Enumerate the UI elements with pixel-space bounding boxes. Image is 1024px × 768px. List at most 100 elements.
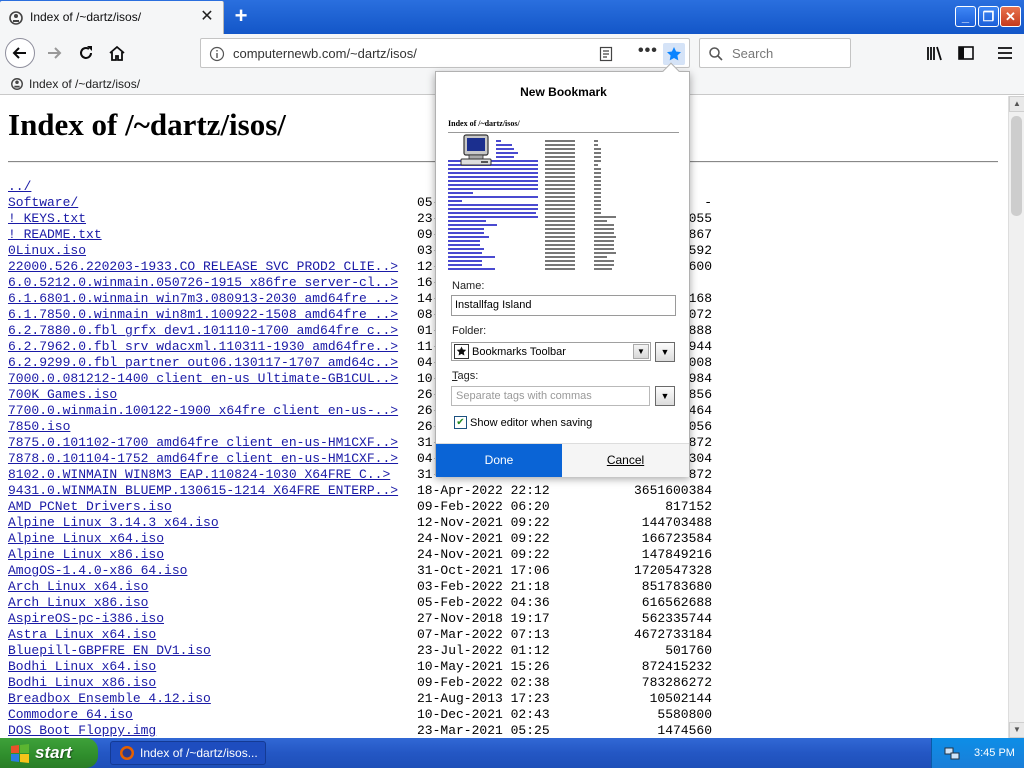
new-tab-icon[interactable]: + bbox=[229, 5, 253, 29]
file-link[interactable]: 7700.0.winmain.100122-1900 x64fre client… bbox=[8, 403, 398, 419]
file-link[interactable]: Alpine Linux 3.14.3 x64.iso bbox=[8, 515, 219, 531]
file-date: 09-Feb-2022 06:20 bbox=[417, 499, 550, 514]
hamburger-menu-icon[interactable] bbox=[996, 44, 1014, 62]
file-link[interactable]: 6.0.5212.0.winmain.050726-1915 x86fre se… bbox=[8, 275, 398, 291]
checkbox-checked-icon[interactable]: ✔ bbox=[454, 416, 467, 429]
show-editor-checkbox-row[interactable]: ✔ Show editor when saving bbox=[454, 416, 592, 429]
reload-button[interactable] bbox=[71, 38, 101, 68]
file-size: 4672733184 bbox=[633, 627, 712, 642]
file-link[interactable]: 22000.526.220203-1933.CO RELEASE SVC PRO… bbox=[8, 259, 398, 275]
reader-view-icon[interactable] bbox=[598, 46, 614, 62]
file-size: 10502144 bbox=[649, 691, 712, 706]
file-link[interactable]: AspireOS-pc-i386.iso bbox=[8, 611, 164, 627]
firefox-icon bbox=[120, 746, 134, 760]
bookmark-star-icon[interactable] bbox=[663, 43, 685, 65]
tab-active[interactable]: Index of /~dartz/isos/ ✕ bbox=[0, 1, 224, 34]
forward-button[interactable] bbox=[39, 38, 69, 68]
file-size: 888 bbox=[688, 323, 712, 338]
file-size: 072 bbox=[688, 307, 712, 322]
vertical-scrollbar[interactable]: ▲ ▼ bbox=[1008, 96, 1024, 738]
taskbar-window-button[interactable]: Index of /~dartz/isos... bbox=[110, 741, 266, 765]
file-link[interactable]: 7850.iso bbox=[8, 419, 70, 435]
home-button[interactable] bbox=[102, 38, 132, 68]
file-link[interactable]: ../ bbox=[8, 179, 31, 195]
url-text[interactable]: computernewb.com/~dartz/isos/ bbox=[233, 46, 417, 61]
start-label: start bbox=[35, 743, 72, 762]
file-link[interactable]: Breadbox Ensemble 4.12.iso bbox=[8, 691, 211, 707]
file-link[interactable]: 8102.0.WINMAIN WIN8M3 EAP.110824-1030 X6… bbox=[8, 467, 390, 483]
file-link[interactable]: 6.1.6801.0.winmain win7m3.080913-2030 am… bbox=[8, 291, 398, 307]
window-close-button[interactable]: ✕ bbox=[1000, 6, 1021, 27]
file-link[interactable]: Bodhi Linux x64.iso bbox=[8, 659, 156, 675]
start-button[interactable]: start bbox=[0, 738, 98, 768]
file-link[interactable]: 9431.0.WINMAIN BLUEMP.130615-1214 X64FRE… bbox=[8, 483, 398, 499]
file-link[interactable]: 7875.0.101102-1700 amd64fre client en-us… bbox=[8, 435, 398, 451]
page-actions-icon[interactable]: ••• bbox=[638, 42, 658, 60]
panel-title: New Bookmark bbox=[520, 85, 607, 99]
tags-expand-button[interactable]: ▼ bbox=[655, 386, 675, 406]
file-link[interactable]: Bodhi Linux x86.iso bbox=[8, 675, 156, 691]
file-link[interactable]: Commodore 64.iso bbox=[8, 707, 133, 723]
bookmark-favicon-icon bbox=[11, 78, 23, 90]
file-link[interactable]: ! KEYS.txt bbox=[8, 211, 86, 227]
file-link[interactable]: Software/ bbox=[8, 195, 78, 211]
close-icon[interactable]: ✕ bbox=[198, 7, 216, 27]
maximize-button[interactable]: ❐ bbox=[978, 6, 999, 27]
file-link[interactable]: DOS Boot Floppy.img bbox=[8, 723, 156, 738]
folder-expand-button[interactable]: ▼ bbox=[655, 342, 675, 362]
sidebar-icon[interactable] bbox=[957, 44, 975, 62]
file-date: 10-Dec-2021 02:43 bbox=[417, 707, 550, 722]
file-link[interactable]: 0Linux.iso bbox=[8, 243, 86, 259]
file-size: 3651600384 bbox=[633, 483, 712, 498]
file-link[interactable]: 7000.0.081212-1400 client en-us Ultimate… bbox=[8, 371, 398, 387]
bookmark-item[interactable]: Index of /~dartz/isos/ bbox=[10, 75, 140, 93]
reload-icon bbox=[80, 46, 92, 59]
table-row: AMD PCNet Drivers.iso 09-Feb-2022 06:20 81… bbox=[8, 499, 998, 515]
file-link[interactable]: Arch Linux x86.iso bbox=[8, 595, 148, 611]
file-link[interactable]: Bluepill-GBPFRE EN DV1.iso bbox=[8, 643, 211, 659]
minimize-button[interactable]: _ bbox=[955, 6, 976, 27]
file-link[interactable]: 700K Games.iso bbox=[8, 387, 117, 403]
scroll-down-icon[interactable]: ▼ bbox=[1009, 722, 1024, 738]
file-link[interactable]: ! README.txt bbox=[8, 227, 102, 243]
file-link[interactable]: 6.2.7962.0.fbl srv wdacxml.110311-1930 a… bbox=[8, 339, 398, 355]
file-link[interactable]: AMD PCNet Drivers.iso bbox=[8, 499, 172, 515]
show-editor-label[interactable]: Show editor when saving bbox=[470, 417, 592, 429]
folder-select[interactable]: Bookmarks Toolbar ▼ bbox=[451, 342, 651, 361]
scrollbar-thumb[interactable] bbox=[1011, 116, 1022, 216]
file-size: 872 bbox=[688, 435, 712, 450]
file-link[interactable]: 6.1.7850.0.winmain win8m1.100922-1508 am… bbox=[8, 307, 398, 323]
file-size: 055 bbox=[688, 211, 712, 226]
search-icon bbox=[709, 47, 723, 61]
bookmark-item-label: Index of /~dartz/isos/ bbox=[29, 77, 141, 91]
site-info-icon[interactable] bbox=[209, 46, 225, 62]
file-size: 851783680 bbox=[641, 579, 712, 594]
chevron-down-icon[interactable]: ▼ bbox=[633, 344, 649, 359]
network-icon[interactable] bbox=[944, 745, 960, 761]
file-link[interactable]: 6.2.7880.0.fbl grfx dev1.101110-1700 amd… bbox=[8, 323, 398, 339]
back-button[interactable] bbox=[5, 38, 35, 68]
file-size: 944 bbox=[688, 339, 712, 354]
table-row: Arch Linux x86.iso 05-Feb-2022 04:36 61656… bbox=[8, 595, 998, 611]
bookmark-name-input[interactable]: Installfag Island bbox=[451, 295, 676, 316]
file-link[interactable]: Alpine Linux x86.iso bbox=[8, 547, 164, 563]
file-size: 166723584 bbox=[641, 531, 712, 546]
file-link[interactable]: Alpine Linux x64.iso bbox=[8, 531, 164, 547]
scroll-up-icon[interactable]: ▲ bbox=[1009, 96, 1024, 112]
file-size: 600 bbox=[688, 259, 712, 274]
file-link[interactable]: 7878.0.101104-1752 amd64fre client en-us… bbox=[8, 451, 398, 467]
file-date: 07-Mar-2022 07:13 bbox=[417, 627, 550, 642]
file-link[interactable]: 6.2.9299.0.fbl partner out06.130117-1707… bbox=[8, 355, 398, 371]
home-icon bbox=[109, 45, 125, 61]
file-link[interactable]: Astra Linux x64.iso bbox=[8, 627, 156, 643]
library-icon[interactable] bbox=[925, 44, 943, 62]
file-size: 168 bbox=[688, 291, 712, 306]
cancel-button[interactable]: Cancel bbox=[562, 444, 689, 477]
url-bar[interactable]: computernewb.com/~dartz/isos/ ••• bbox=[200, 38, 690, 68]
file-link[interactable]: Arch Linux x64.iso bbox=[8, 579, 148, 595]
search-bar[interactable]: Search bbox=[699, 38, 851, 68]
file-link[interactable]: AmogOS-1.4.0-x86 64.iso bbox=[8, 563, 187, 579]
file-size: 592 bbox=[688, 243, 712, 258]
tags-input[interactable]: Separate tags with commas bbox=[451, 386, 650, 406]
done-button[interactable]: Done bbox=[436, 444, 562, 477]
